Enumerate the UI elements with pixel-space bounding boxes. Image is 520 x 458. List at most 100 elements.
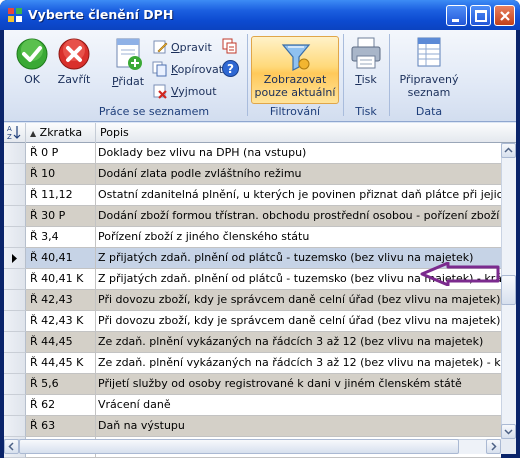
hscroll-thumb[interactable]: [19, 439, 459, 454]
cell-code[interactable]: Ř 0 P: [26, 143, 96, 164]
current-row-icon: [12, 254, 17, 263]
cell-description[interactable]: Dodání zlata podle zvláštního režimu: [96, 164, 501, 185]
column-header-desc[interactable]: Popis: [96, 123, 516, 143]
arrow-down-icon: [504, 429, 513, 435]
copy-record-icon[interactable]: [222, 38, 238, 54]
cell-description[interactable]: Doklady bez vlivu na DPH (na vstupu): [96, 143, 501, 164]
table-row[interactable]: Ř 0 P Doklady bez vlivu na DPH (na vstupu…: [4, 143, 501, 164]
edit-button[interactable]: Opravit: [152, 38, 212, 56]
cell-description[interactable]: Pořízení zboží z jiného členského státu: [96, 227, 501, 248]
arrow-left-icon: [8, 442, 14, 451]
cancel-icon: [58, 38, 90, 70]
table-row[interactable]: Ř 42,43 Při dovozu zboží, kdy je správcem…: [4, 290, 501, 311]
cell-code[interactable]: Ř 40,41: [26, 248, 96, 269]
title-bar[interactable]: Vyberte členění DPH: [0, 0, 520, 30]
prepared-list-button[interactable]: Připravený seznam: [394, 36, 464, 99]
row-selector[interactable]: [4, 185, 26, 206]
column-desc-label: Popis: [100, 126, 129, 139]
table-row[interactable]: Ř 44,45 Ze zdaň. plnění vykázaných na řád…: [4, 332, 501, 353]
row-selector[interactable]: [4, 332, 26, 353]
cut-label: Vyjmout: [171, 84, 217, 98]
table-row[interactable]: Ř 62 Vrácení daně: [4, 395, 501, 416]
row-selector[interactable]: [4, 353, 26, 374]
column-header-code[interactable]: ▲ Zkratka: [26, 123, 96, 143]
close-window-button[interactable]: [494, 5, 515, 26]
cell-code[interactable]: Ř 40,41 K: [26, 269, 96, 290]
cell-code[interactable]: Ř 62: [26, 395, 96, 416]
scroll-down-button[interactable]: [501, 424, 516, 439]
table-row[interactable]: Ř 3,4 Pořízení zboží z jiného členského s…: [4, 227, 501, 248]
cell-description[interactable]: Daň na výstupu: [96, 416, 501, 437]
column-code-label: Zkratka: [39, 126, 83, 139]
svg-text:A: A: [7, 125, 12, 133]
maximize-icon: [475, 10, 487, 22]
table-row[interactable]: Ř 10 Dodání zlata podle zvláštního režimu: [4, 164, 501, 185]
ok-button[interactable]: OK: [12, 38, 52, 86]
add-button[interactable]: Přidat: [108, 36, 148, 88]
row-selector[interactable]: [4, 416, 26, 437]
pencil-icon: [153, 40, 168, 54]
copy-label: Kopírovat: [171, 62, 224, 76]
print-label: Tisk: [355, 73, 377, 86]
scroll-right-button[interactable]: [486, 439, 501, 454]
row-selector[interactable]: [4, 374, 26, 395]
cell-description[interactable]: Ostatní zdanitelná plnění, u kterých je …: [96, 185, 501, 206]
table-row[interactable]: Ř 42,43 K Při dovozu zboží, kdy je správc…: [4, 311, 501, 332]
row-selector[interactable]: [4, 206, 26, 227]
help-icon[interactable]: ?: [222, 60, 239, 77]
row-selector[interactable]: [4, 395, 26, 416]
svg-text:Z: Z: [7, 133, 12, 141]
minimize-button[interactable]: [446, 5, 467, 26]
row-selector[interactable]: [4, 290, 26, 311]
row-selector[interactable]: [4, 269, 26, 290]
cell-description[interactable]: Při dovozu zboží, kdy je správcem daně c…: [96, 290, 501, 311]
copy-button[interactable]: Kopírovat: [152, 60, 223, 78]
minimize-icon: [452, 19, 459, 22]
cell-description[interactable]: Dodání zboží formou třístran. obchodu pr…: [96, 206, 501, 227]
cell-code[interactable]: Ř 11,12: [26, 185, 96, 206]
cell-code[interactable]: Ř 63: [26, 416, 96, 437]
cell-code[interactable]: Ř 30 P: [26, 206, 96, 227]
scroll-up-button[interactable]: [501, 143, 516, 158]
cell-description[interactable]: Ze zdaň. plnění vykázaných na řádcích 3 …: [96, 353, 501, 374]
sort-az-icon[interactable]: A Z: [4, 123, 26, 143]
row-selector[interactable]: [4, 227, 26, 248]
row-selector[interactable]: [4, 311, 26, 332]
row-selector[interactable]: [4, 164, 26, 185]
arrow-up-icon: [504, 147, 513, 153]
vertical-scrollbar[interactable]: [501, 143, 516, 439]
show-current-only-button[interactable]: Zobrazovat pouze aktuální: [251, 36, 339, 104]
cell-code[interactable]: Ř 44,45 K: [26, 353, 96, 374]
table-row[interactable]: Ř 63 Daň na výstupu: [4, 416, 501, 437]
table-row[interactable]: Ř 30 P Dodání zboží formou třístran. obch…: [4, 206, 501, 227]
table-row[interactable]: Ř 44,45 K Ze zdaň. plnění vykázaných na ř…: [4, 353, 501, 374]
row-selector[interactable]: [4, 248, 26, 269]
maximize-button[interactable]: [470, 5, 491, 26]
cell-code[interactable]: Ř 44,45: [26, 332, 96, 353]
dialog-window: Vyberte členění DPH OK Zavřít Přidat Opr…: [0, 0, 520, 458]
group-label-data: Data: [415, 105, 443, 118]
cell-code[interactable]: Ř 3,4: [26, 227, 96, 248]
cell-description[interactable]: Vrácení daně: [96, 395, 501, 416]
scroll-thumb[interactable]: [501, 275, 516, 305]
print-button[interactable]: Tisk: [348, 36, 384, 86]
cut-button[interactable]: Vyjmout: [152, 82, 217, 100]
show-current-label-1: Zobrazovat: [263, 73, 327, 86]
table-row[interactable]: Ř 5,6 Přijetí služby od osoby registrovan…: [4, 374, 501, 395]
window-title: Vyberte členění DPH: [28, 7, 174, 22]
cell-code[interactable]: Ř 10: [26, 164, 96, 185]
scroll-left-button[interactable]: [4, 439, 19, 454]
close-button[interactable]: Zavřít: [54, 38, 94, 86]
data-grid[interactable]: A Z ▲ Zkratka Popis Ř 0 P Doklady bez vli…: [4, 123, 516, 458]
cell-code[interactable]: Ř 42,43 K: [26, 311, 96, 332]
cell-description[interactable]: Ze zdaň. plnění vykázaných na řádcích 3 …: [96, 332, 501, 353]
row-selector[interactable]: [4, 143, 26, 164]
cell-description[interactable]: Při dovozu zboží, kdy je správcem daně c…: [96, 311, 501, 332]
arrow-annotation-icon: [420, 262, 500, 286]
group-label-print: Tisk: [355, 105, 377, 118]
cell-code[interactable]: Ř 42,43: [26, 290, 96, 311]
cell-description[interactable]: Přijetí služby od osoby registrované k d…: [96, 374, 501, 395]
table-row[interactable]: Ř 11,12 Ostatní zdanitelná plnění, u kter…: [4, 185, 501, 206]
cell-code[interactable]: Ř 5,6: [26, 374, 96, 395]
horizontal-scrollbar[interactable]: [4, 439, 501, 454]
